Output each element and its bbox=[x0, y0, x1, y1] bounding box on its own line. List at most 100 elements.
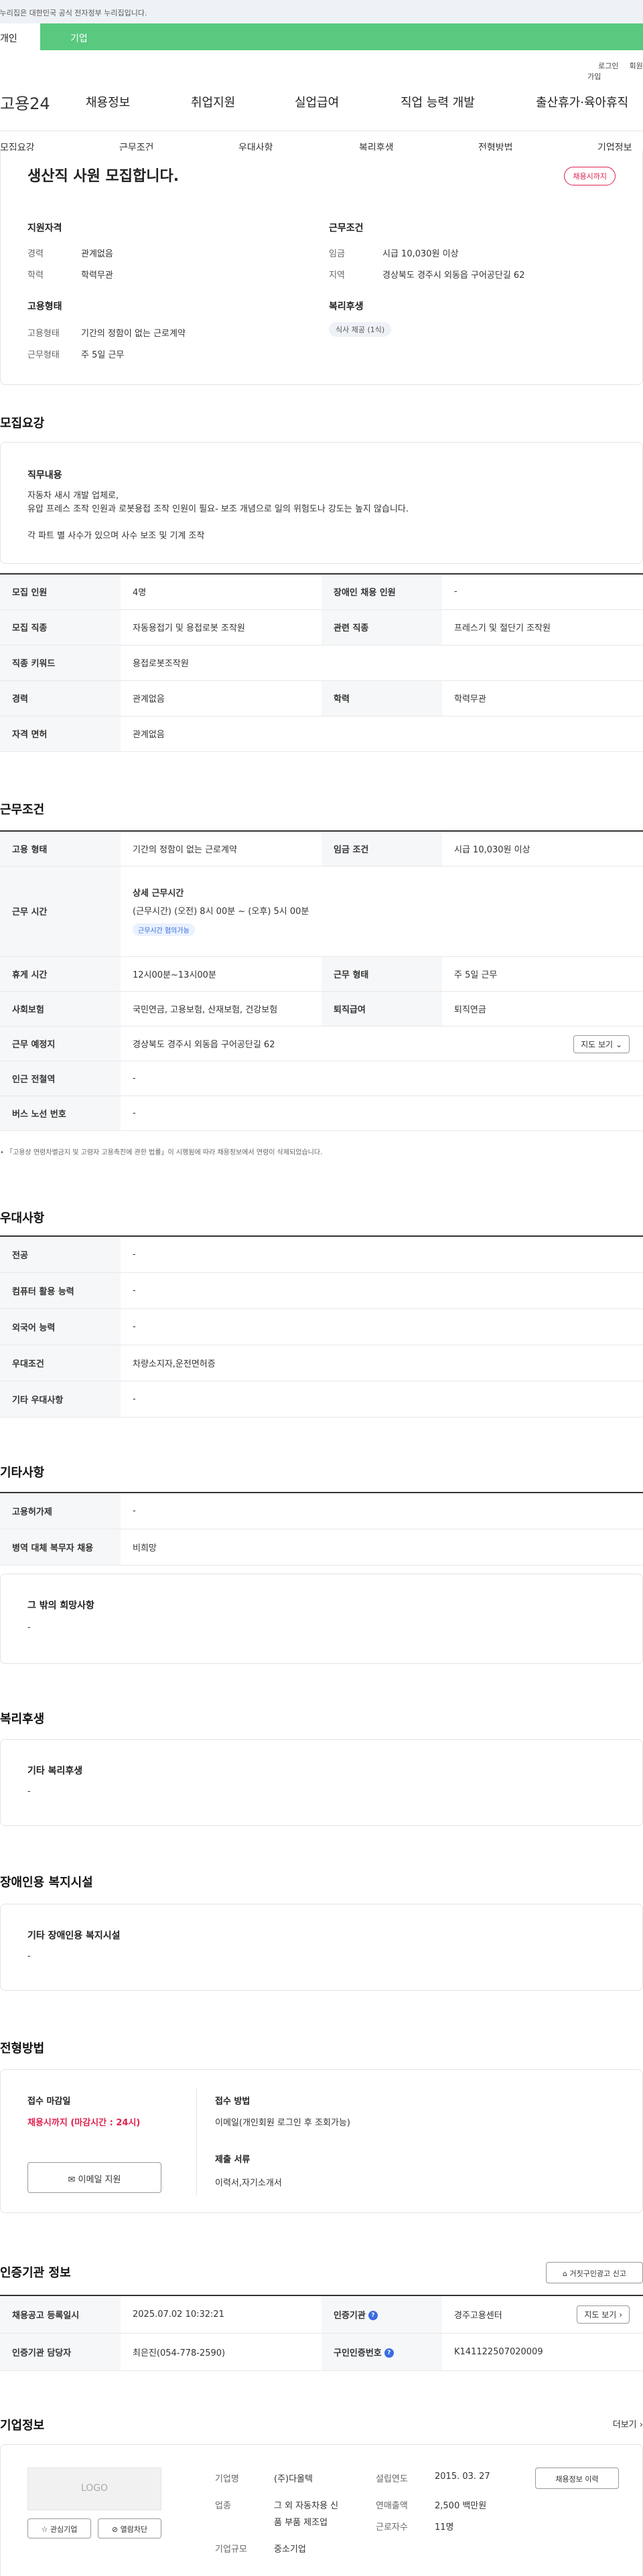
workplace-address: 경상북도 경주시 외동읍 구어공단길 62 bbox=[133, 1039, 275, 1050]
table-row: 외국어 능력 - bbox=[0, 1308, 643, 1345]
disabled-headcount-th: 장애인 채용 인원 bbox=[322, 574, 442, 610]
wage-td: 시급 10,030원 이상 bbox=[442, 831, 643, 866]
agency-heading: 인증기관 정보 bbox=[0, 2266, 71, 2280]
deadline-badge: 채용시까지 bbox=[564, 167, 616, 185]
more-label: 더보기 bbox=[612, 2420, 637, 2430]
retirement-td: 퇴직연금 bbox=[442, 991, 643, 1027]
duty-card: 직무내용 자동차 새시 개발 업체로, 유압 프레스 조작 인원과 로봇용접 조… bbox=[0, 442, 643, 564]
table-row: 고용허가제 - bbox=[0, 1493, 643, 1529]
gnb-item-jobs[interactable]: 채용정보 bbox=[86, 93, 130, 110]
agency-th-label: 인증기관 bbox=[334, 2310, 366, 2321]
career-th: 경력 bbox=[0, 680, 121, 716]
info-icon[interactable]: ? bbox=[384, 2348, 394, 2358]
agency-td: 경주고용센터 지도 보기 › bbox=[442, 2295, 643, 2334]
table-row: 병역 대체 복무자 채용 비희망 bbox=[0, 1529, 643, 1566]
agency-name: 경주고용센터 bbox=[454, 2310, 502, 2321]
computer-skill-td: - bbox=[121, 1272, 643, 1309]
established-value: 2015. 03. 27 bbox=[435, 2472, 490, 2482]
report-icon: ⌂ bbox=[563, 2269, 570, 2278]
favorite-label: 관심기업 bbox=[50, 2525, 78, 2534]
company-more-link[interactable]: 더보기 › bbox=[613, 2417, 643, 2430]
work-form-th: 근무 형태 bbox=[322, 956, 442, 992]
tab-individual[interactable]: 개인 bbox=[0, 23, 40, 50]
gov-notice-text: 이 누리집은 대한민국 공식 전자정부 누리집입니다. bbox=[0, 9, 147, 17]
report-button-label: 거짓구인광고 신고 bbox=[569, 2269, 626, 2278]
table-row: 모집 직종 자동용접기 및 용접로봇 조작원 관련 직종 프레스기 및 절단기 … bbox=[0, 609, 643, 646]
bus-td: - bbox=[121, 1095, 643, 1131]
gnb-item-unemployment-benefit[interactable]: 실업급여 bbox=[295, 93, 339, 110]
table-row: 전공 - bbox=[0, 1236, 643, 1273]
gnb-item-skills[interactable]: 직업 능력 개발 bbox=[401, 93, 475, 110]
career-td: 관계없음 bbox=[121, 680, 322, 716]
workplace-map-button[interactable]: 지도 보기 ⌄ bbox=[573, 1035, 630, 1053]
email-apply-button[interactable]: ✉ 이메일 지원 bbox=[27, 2162, 161, 2193]
welfare-value: - bbox=[27, 1787, 31, 1797]
company-size-value: 중소기업 bbox=[274, 2545, 306, 2555]
work-time-negotiable-chip: 근무시간 협의가능 bbox=[133, 923, 195, 936]
industry-value-line1: 그 외 자동차용 신 bbox=[274, 2501, 339, 2511]
company-logo: LOGO bbox=[27, 2468, 161, 2510]
facility-card: 기타 장애인용 복지시설 - bbox=[0, 1904, 643, 1991]
table-row: 근무 예정지 경상북도 경주시 외동읍 구어공단길 62 지도 보기 ⌄ bbox=[0, 1026, 643, 1061]
work-table: 고용 형태 기간의 정함이 없는 근로계약 임금 조건 시급 10,030원 이… bbox=[0, 830, 643, 1131]
cert-number-th: 구인인증번호? bbox=[322, 2333, 442, 2371]
area-label: 지역 bbox=[329, 271, 345, 281]
other-hope-card: 그 밖의 희망사항 - bbox=[0, 1574, 643, 1664]
agency-table: 채용공고 등록일시 2025.07.02 10:32:21 인증기관? 경주고용… bbox=[0, 2295, 643, 2371]
work-time-td: 상세 근무시간 (근무시간) (오전) 8시 00분 ~ (오후) 5시 00분… bbox=[121, 866, 643, 957]
related-job-td: 프레스기 및 절단기 조작원 bbox=[442, 609, 643, 646]
mail-icon: ✉ bbox=[68, 2175, 78, 2185]
established-label: 설립연도 bbox=[376, 2474, 408, 2484]
work-form-td: 주 5일 근무 bbox=[442, 956, 643, 992]
deadline-title: 접수 마감일 bbox=[27, 2097, 71, 2107]
false-ad-report-button[interactable]: ⌂ 거짓구인광고 신고 bbox=[546, 2262, 643, 2283]
deadline-value: 채용시까지 (마감시간 : 24시) bbox=[27, 2118, 141, 2128]
company-card: LOGO ☆ 관심기업 ⊘ 열람차단 기업명 (주)다올텍 업종 그 외 자동차… bbox=[0, 2444, 643, 2576]
tab-company[interactable]: 기업 bbox=[40, 23, 643, 50]
language-th: 외국어 능력 bbox=[0, 1308, 121, 1345]
login-link[interactable]: 로그인 bbox=[598, 62, 618, 70]
other-hope-title: 그 밖의 희망사항 bbox=[27, 1600, 94, 1611]
agency-map-button[interactable]: 지도 보기 › bbox=[577, 2305, 630, 2324]
table-row: 휴게 시간 12시00분~13시00분 근무 형태 주 5일 근무 bbox=[0, 956, 643, 992]
industry-value-line2: 품 부품 제조업 bbox=[274, 2518, 328, 2528]
table-row: 자격 면허 관계없음 bbox=[0, 716, 643, 752]
gnb-item-employment-support[interactable]: 취업지원 bbox=[191, 93, 235, 110]
education-td: 학력무관 bbox=[442, 680, 643, 716]
job-title: 생산직 사원 모집합니다. bbox=[27, 168, 180, 185]
site-logo[interactable]: 고용24 bbox=[0, 90, 50, 114]
headcount-td: 4명 bbox=[121, 574, 322, 610]
agency-manager-td: 최은진(054-778-2590) bbox=[121, 2333, 322, 2371]
block-label: 열람차단 bbox=[120, 2525, 148, 2534]
process-heading: 전형방법 bbox=[0, 2042, 45, 2056]
main-navigation: 고용24 채용정보 취업지원 실업급여 직업 능력 개발 출산휴가·육아휴직 bbox=[0, 90, 643, 117]
company-name-label: 기업명 bbox=[215, 2474, 239, 2484]
cert-number-th-label: 구인인증번호 bbox=[334, 2348, 382, 2358]
email-apply-label: 이메일 지원 bbox=[78, 2175, 121, 2185]
bullet-icon: • bbox=[0, 1149, 7, 1156]
military-alt-td: 비희망 bbox=[121, 1529, 643, 1566]
registered-at-td: 2025.07.02 10:32:21 bbox=[121, 2295, 322, 2334]
hiring-history-button[interactable]: 채용정보 이력 bbox=[535, 2468, 619, 2489]
employees-value: 11명 bbox=[435, 2522, 454, 2532]
qualification-heading: 지원자격 bbox=[27, 223, 62, 234]
method-title: 접수 방법 bbox=[215, 2097, 251, 2107]
documents-title: 제출 서류 bbox=[215, 2155, 251, 2165]
info-icon[interactable]: ? bbox=[368, 2311, 378, 2321]
military-alt-th: 병역 대체 복무자 채용 bbox=[0, 1529, 121, 1566]
chevron-right-icon: › bbox=[639, 2420, 643, 2430]
facility-title: 기타 장애인용 복지시설 bbox=[27, 1930, 121, 1941]
table-row: 인증기관 담당자 최은진(054-778-2590) 구인인증번호? K1411… bbox=[0, 2333, 643, 2371]
education-label: 학력 bbox=[27, 271, 44, 281]
company-name-value: (주)다올텍 bbox=[274, 2474, 313, 2484]
gnb-item-parental-leave[interactable]: 출산휴가·육아휴직 bbox=[536, 93, 628, 110]
documents-value: 이력서,자기소개서 bbox=[215, 2178, 282, 2188]
table-row: 기타 우대사항 - bbox=[0, 1381, 643, 1418]
chevron-right-icon: › bbox=[619, 2310, 622, 2320]
favorite-company-button[interactable]: ☆ 관심기업 bbox=[27, 2518, 91, 2539]
career-value: 관계없음 bbox=[81, 249, 113, 259]
other-preference-th: 기타 우대사항 bbox=[0, 1381, 121, 1418]
industry-label: 업종 bbox=[215, 2501, 231, 2511]
prefer-table: 전공 - 컴퓨터 활용 능력 - 외국어 능력 - 우대조건 차량소지자,운전면허증 기… bbox=[0, 1235, 643, 1418]
block-company-button[interactable]: ⊘ 열람차단 bbox=[98, 2518, 161, 2539]
